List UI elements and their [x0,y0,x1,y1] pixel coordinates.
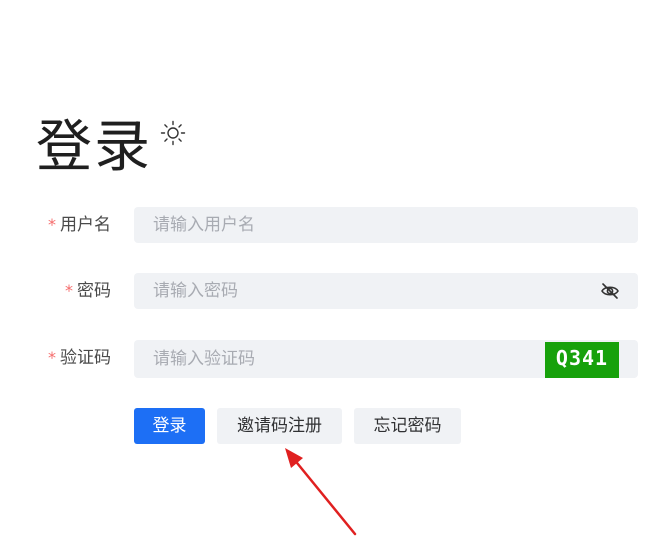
captcha-input[interactable] [134,340,574,378]
eye-off-icon[interactable] [600,281,620,301]
captcha-field[interactable]: Q341 [134,340,638,378]
password-label-text: 密码 [77,281,111,301]
username-label: * 用户名 [48,207,111,243]
required-marker: * [48,348,56,367]
captcha-label-text: 验证码 [60,348,111,368]
captcha-image[interactable]: Q341 [545,342,619,378]
captcha-label: * 验证码 [48,340,111,376]
required-marker: * [48,215,56,234]
password-row: * 密码 [0,273,659,309]
password-input[interactable] [134,273,574,309]
username-input[interactable] [134,207,574,243]
password-field[interactable] [134,273,638,309]
invite-register-button[interactable]: 邀请码注册 [217,408,342,444]
captcha-row: *验证码 Q341 [0,340,659,378]
login-button[interactable]: 登录 [134,408,205,444]
sun-icon[interactable] [160,120,186,146]
page-title: 登录 [36,115,152,180]
username-label-text: 用户名 [60,215,111,235]
forgot-password-button[interactable]: 忘记密码 [354,408,461,444]
username-field[interactable] [134,207,638,243]
required-marker: * [65,281,73,300]
password-label: * 密码 [65,273,111,309]
username-row: * 用户名 [0,207,659,243]
